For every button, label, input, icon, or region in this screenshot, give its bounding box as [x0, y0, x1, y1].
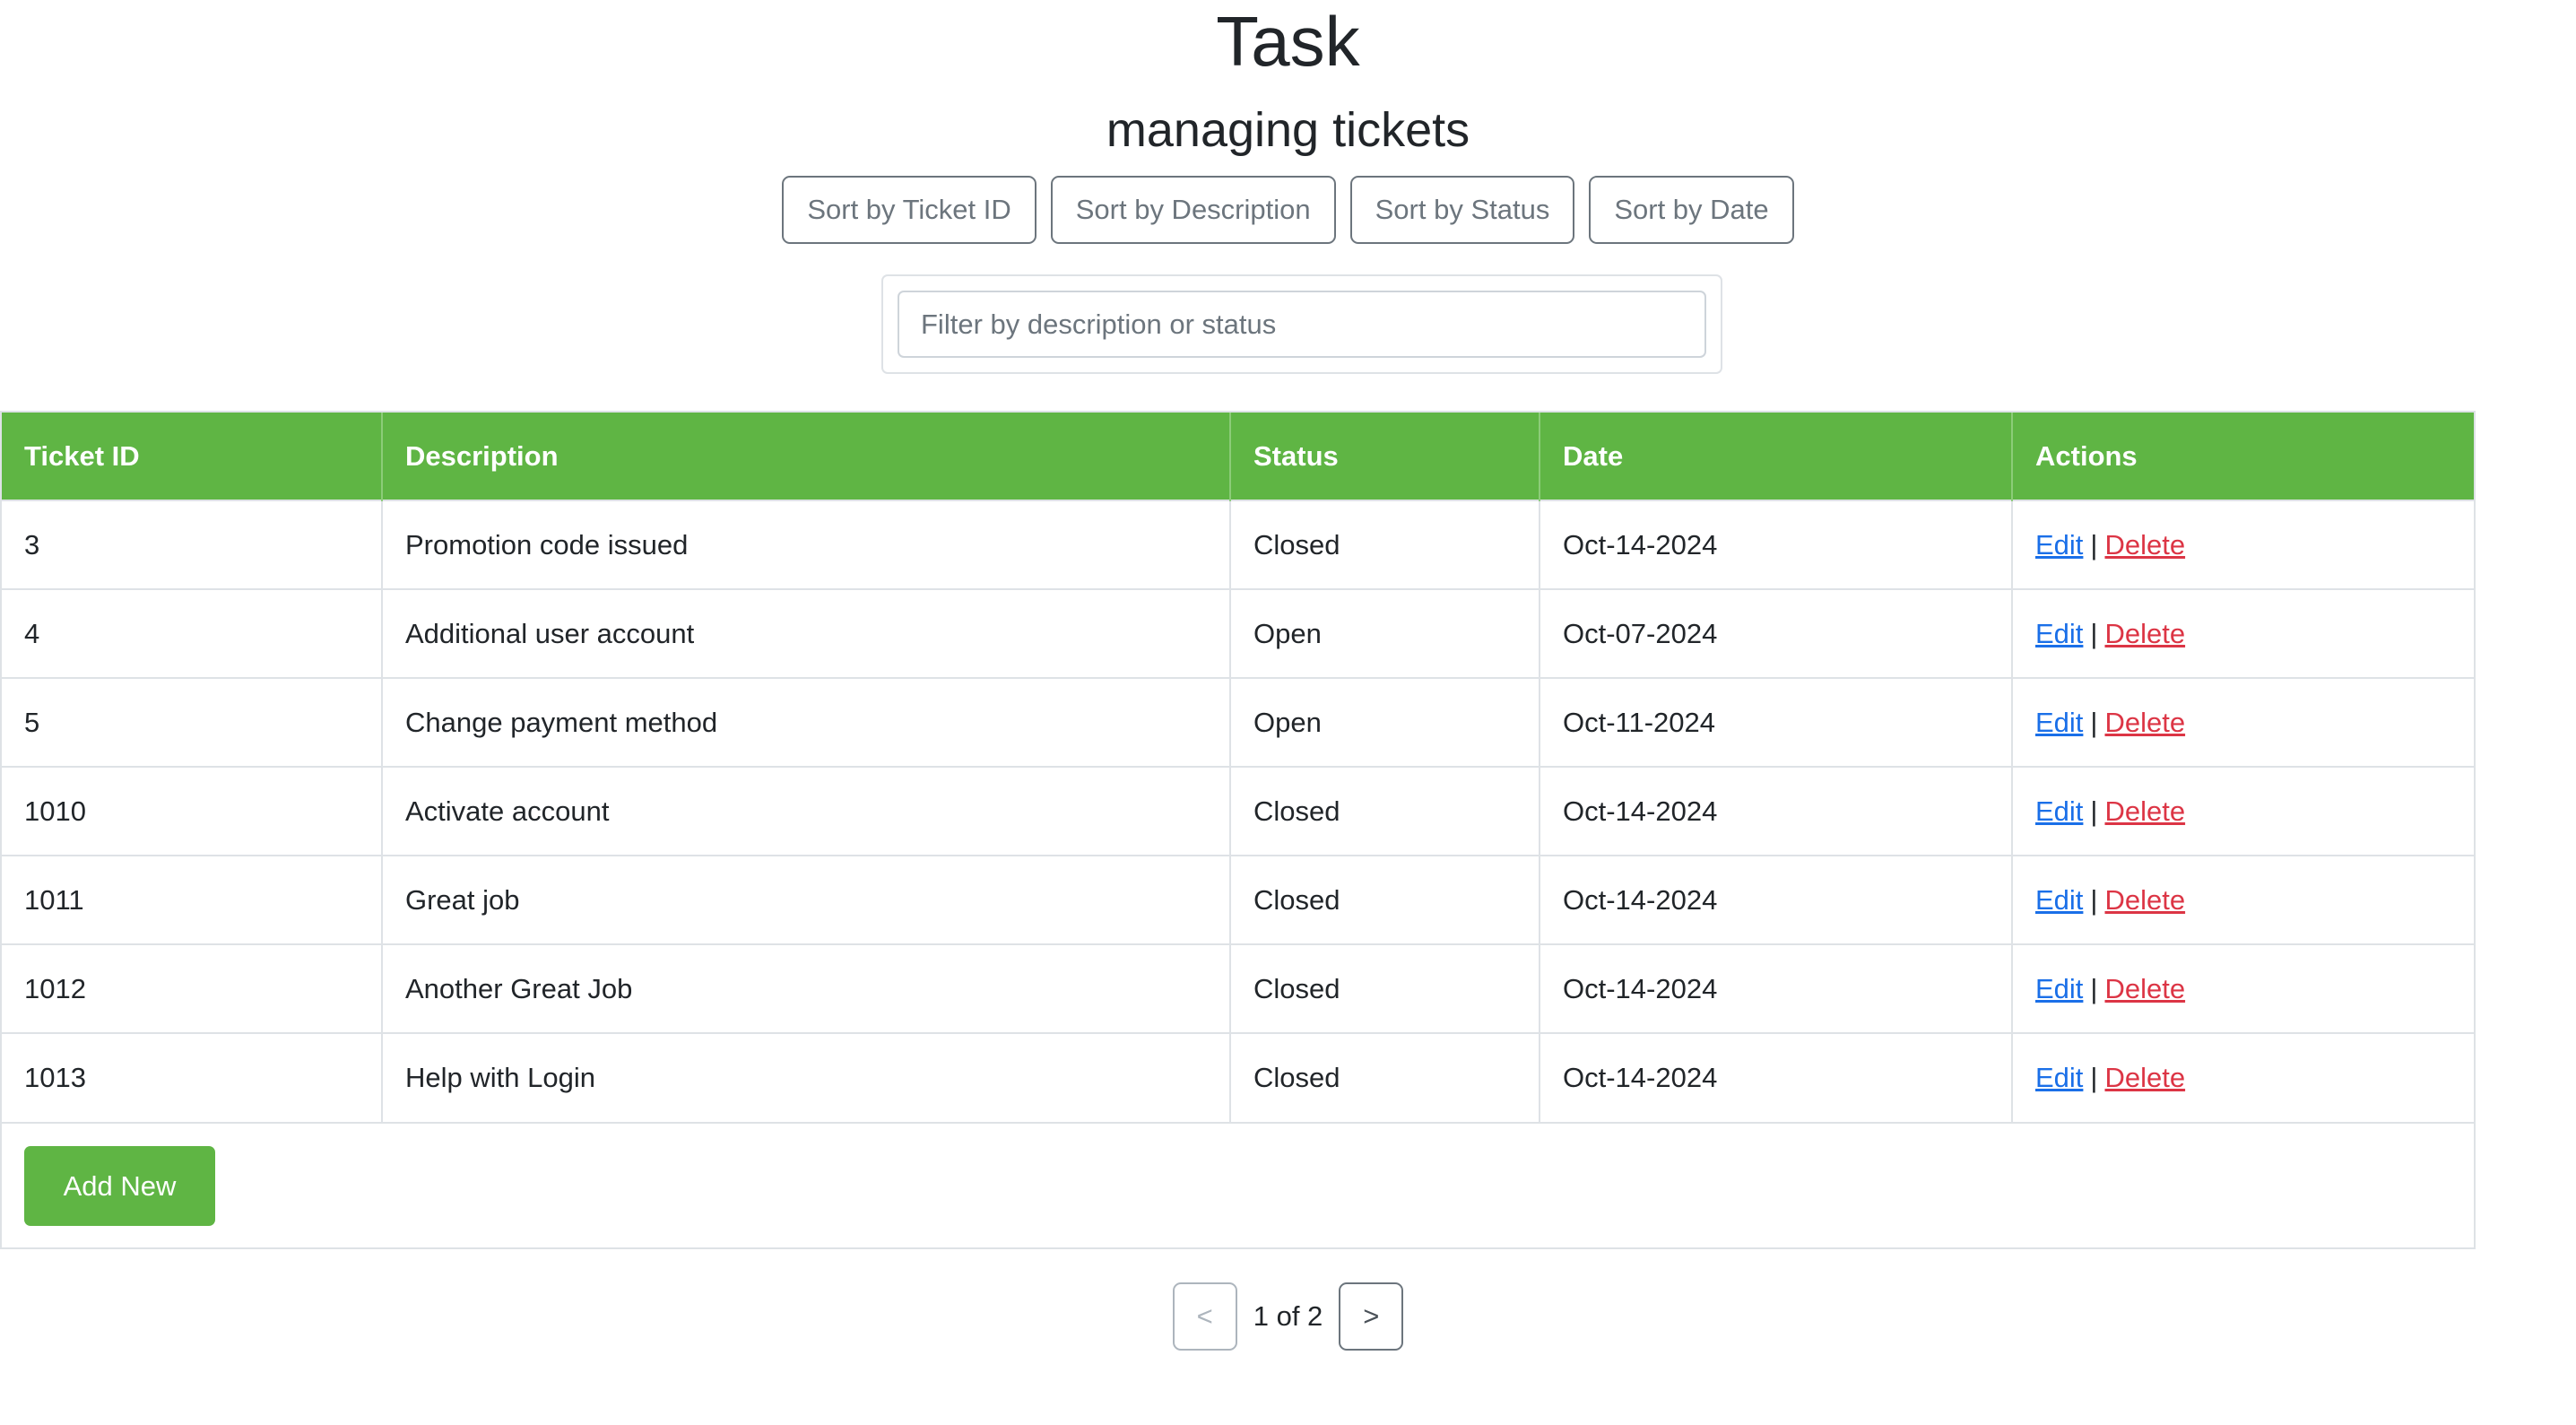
actions-cell: Edit | Delete [2012, 856, 2474, 944]
status-cell: Closed [1230, 500, 1540, 589]
edit-link[interactable]: Edit [2035, 707, 2083, 738]
page-indicator: 1 of 2 [1253, 1300, 1323, 1332]
action-separator: | [2090, 528, 2098, 560]
table-header-row: Ticket ID Description Status Date Action… [2, 413, 2474, 500]
action-separator: | [2090, 617, 2098, 649]
tickets-table-container: Ticket ID Description Status Date Action… [0, 411, 2476, 1249]
table-footer: Add New [2, 1122, 2474, 1247]
pagination: < 1 of 2 > [0, 1282, 2576, 1351]
sort-by-description-button[interactable]: Sort by Description [1050, 176, 1336, 244]
previous-page-button[interactable]: < [1172, 1282, 1237, 1351]
action-separator: | [2090, 706, 2098, 738]
table-row: 5 Change payment method Open Oct-11-2024… [2, 678, 2474, 767]
table-row: 1013 Help with Login Closed Oct-14-2024 … [2, 1033, 2474, 1122]
description-cell: Help with Login [382, 1033, 1231, 1122]
delete-link[interactable]: Delete [2104, 973, 2185, 1004]
date-cell: Oct-14-2024 [1540, 767, 2013, 856]
edit-link[interactable]: Edit [2035, 973, 2083, 1004]
delete-link[interactable]: Delete [2104, 618, 2185, 649]
status-cell: Closed [1230, 856, 1540, 944]
edit-link[interactable]: Edit [2035, 618, 2083, 649]
edit-link[interactable]: Edit [2035, 529, 2083, 560]
description-cell: Additional user account [382, 589, 1231, 678]
edit-link[interactable]: Edit [2035, 795, 2083, 827]
column-header-status[interactable]: Status [1230, 413, 1540, 500]
next-page-button[interactable]: > [1339, 1282, 1404, 1351]
ticket-id-cell: 4 [2, 589, 383, 678]
delete-link[interactable]: Delete [2104, 1062, 2185, 1093]
actions-cell: Edit | Delete [2012, 1033, 2474, 1122]
sort-by-date-button[interactable]: Sort by Date [1589, 176, 1794, 244]
table-row: 1012 Another Great Job Closed Oct-14-202… [2, 944, 2474, 1033]
date-cell: Oct-14-2024 [1540, 1033, 2013, 1122]
description-cell: Great job [382, 856, 1231, 944]
description-cell: Change payment method [382, 678, 1231, 767]
description-cell: Promotion code issued [382, 500, 1231, 589]
ticket-id-cell: 1013 [2, 1033, 383, 1122]
column-header-ticket-id[interactable]: Ticket ID [2, 413, 383, 500]
ticket-id-cell: 1012 [2, 944, 383, 1033]
date-cell: Oct-14-2024 [1540, 944, 2013, 1033]
action-separator: | [2090, 972, 2098, 1004]
delete-link[interactable]: Delete [2104, 529, 2185, 560]
ticket-id-cell: 1010 [2, 767, 383, 856]
sort-toolbar: Sort by Ticket ID Sort by Description So… [0, 176, 2576, 244]
status-cell: Closed [1230, 1033, 1540, 1122]
filter-container [881, 274, 1722, 374]
description-cell: Activate account [382, 767, 1231, 856]
sort-by-ticket-id-button[interactable]: Sort by Ticket ID [782, 176, 1036, 244]
sort-by-status-button[interactable]: Sort by Status [1349, 176, 1575, 244]
column-header-description[interactable]: Description [382, 413, 1231, 500]
action-separator: | [2090, 883, 2098, 916]
column-header-actions: Actions [2035, 439, 2138, 472]
table-row: 3 Promotion code issued Closed Oct-14-20… [2, 500, 2474, 589]
ticket-id-cell: 3 [2, 500, 383, 589]
add-new-button[interactable]: Add New [24, 1146, 215, 1226]
actions-cell: Edit | Delete [2012, 589, 2474, 678]
action-separator: | [2090, 795, 2098, 827]
actions-cell: Edit | Delete [2012, 678, 2474, 767]
page-title: Task [1216, 2, 1360, 81]
status-cell: Closed [1230, 944, 1540, 1033]
date-cell: Oct-14-2024 [1540, 856, 2013, 944]
edit-link[interactable]: Edit [2035, 1062, 2083, 1093]
tickets-table: Ticket ID Description Status Date Action… [2, 413, 2474, 1122]
ticket-id-cell: 1011 [2, 856, 383, 944]
delete-link[interactable]: Delete [2104, 707, 2185, 738]
action-separator: | [2090, 1062, 2098, 1093]
table-row: 1011 Great job Closed Oct-14-2024 Edit | D… [2, 856, 2474, 944]
status-cell: Closed [1230, 767, 1540, 856]
description-cell: Another Great Job [382, 944, 1231, 1033]
ticket-id-cell: 5 [2, 678, 383, 767]
column-header-date[interactable]: Date [1540, 413, 2013, 500]
filter-input[interactable] [898, 291, 1706, 358]
delete-link[interactable]: Delete [2104, 795, 2185, 827]
page-subtitle: managing tickets [1106, 103, 1470, 157]
edit-link[interactable]: Edit [2035, 884, 2083, 916]
status-cell: Open [1230, 589, 1540, 678]
delete-link[interactable]: Delete [2104, 884, 2185, 916]
date-cell: Oct-14-2024 [1540, 500, 2013, 589]
date-cell: Oct-07-2024 [1540, 589, 2013, 678]
actions-cell: Edit | Delete [2012, 767, 2474, 856]
table-row: 1010 Activate account Closed Oct-14-2024… [2, 767, 2474, 856]
status-cell: Open [1230, 678, 1540, 767]
actions-cell: Edit | Delete [2012, 944, 2474, 1033]
actions-cell: Edit | Delete [2012, 500, 2474, 589]
table-row: 4 Additional user account Open Oct-07-20… [2, 589, 2474, 678]
date-cell: Oct-11-2024 [1540, 678, 2013, 767]
